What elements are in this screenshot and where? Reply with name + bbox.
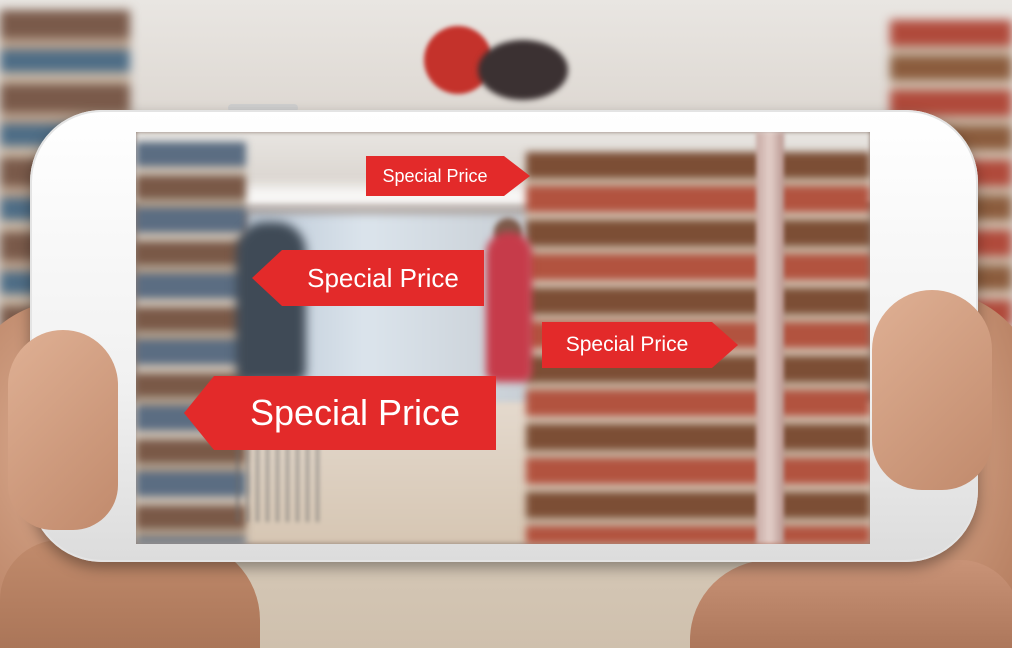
store-sign-dark	[478, 40, 568, 100]
aisle-pillar	[756, 132, 784, 544]
ar-tag-label: Special Price	[249, 392, 461, 433]
ar-tag-special-price[interactable]: Special Price	[542, 322, 738, 368]
ar-tag-label: Special Price	[565, 333, 689, 356]
left-thumb	[8, 330, 118, 530]
aisle-shelf-left	[136, 142, 246, 544]
ar-tag-label: Special Price	[382, 165, 488, 186]
photo-scene: Special Price Special Price Special Pric…	[0, 0, 1012, 648]
ar-tag-special-price[interactable]: Special Price	[252, 250, 484, 306]
right-hand-palm	[690, 560, 1012, 648]
right-thumb	[872, 290, 992, 490]
ar-tag-special-price[interactable]: Special Price	[184, 376, 496, 450]
shopper-red-dress	[486, 232, 532, 382]
ar-tag-special-price[interactable]: Special Price	[366, 156, 530, 196]
ar-tag-label: Special Price	[307, 262, 459, 293]
